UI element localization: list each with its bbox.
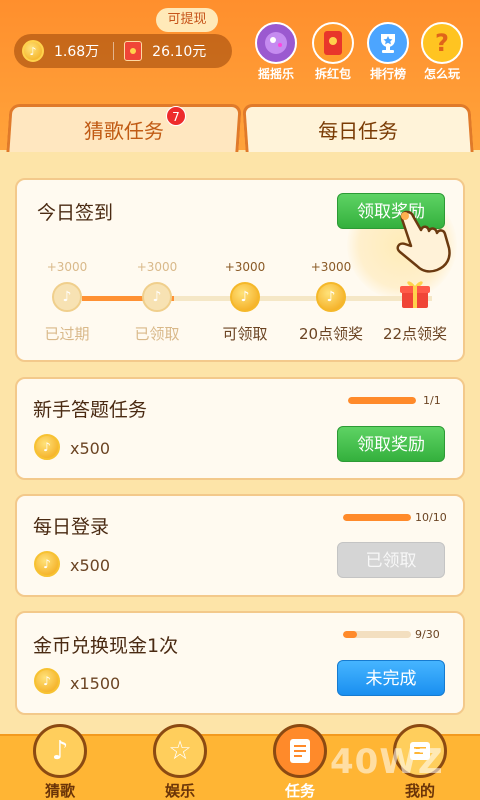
coin-icon: ♪	[142, 282, 172, 312]
coin-icon: ♪	[316, 282, 346, 312]
progress-text: 9/30	[415, 628, 440, 641]
incomplete-button[interactable]: 未完成	[337, 660, 445, 696]
step-bonus: +3000	[224, 260, 266, 274]
tab-daily-tasks[interactable]: 每日任务	[242, 104, 474, 154]
bottom-nav-label: 猜歌	[44, 782, 75, 800]
ball-icon	[255, 22, 297, 64]
tab-badge: 7	[166, 106, 186, 126]
tab-label: 猜歌任务	[83, 119, 164, 143]
step-label: 可领取	[222, 325, 268, 343]
gift-icon	[400, 281, 430, 308]
trophy-icon	[367, 22, 409, 64]
divider	[113, 42, 115, 60]
coin-icon[interactable]: ♪	[230, 282, 260, 312]
task-card: 金币兑换现金1次 9/30 ♪ x1500 未完成	[15, 611, 465, 715]
bottom-nav-label: 任务	[284, 782, 315, 800]
reward-amount: x500	[70, 556, 111, 575]
bottom-nav-tasks[interactable]: 任务	[260, 724, 340, 800]
star-icon: ☆	[153, 724, 207, 778]
question-icon: ?	[421, 22, 463, 64]
nav-label: 怎么玩	[423, 67, 460, 81]
progress-fill	[348, 397, 416, 404]
nav-yaoyaole[interactable]: 摇摇乐	[248, 22, 304, 82]
step-label: 22点领奖	[382, 325, 448, 343]
watermark: 40WZ	[330, 742, 444, 782]
tab-guess-song[interactable]: 猜歌任务	[6, 104, 242, 154]
nav-chaihongbao[interactable]: 拆红包	[305, 22, 361, 82]
progress-bar	[343, 631, 411, 638]
task-title: 每日登录	[33, 516, 110, 538]
claim-reward-button[interactable]: 领取奖励	[337, 426, 445, 462]
step-label: 已领取	[134, 325, 180, 343]
bottom-nav-label: 我的	[404, 782, 435, 800]
progress-text: 1/1	[423, 394, 441, 407]
nav-label: 摇摇乐	[257, 67, 294, 81]
nav-zenmewan[interactable]: ? 怎么玩	[414, 22, 470, 82]
nav-label: 排行榜	[369, 67, 406, 81]
task-title: 新手答题任务	[33, 399, 148, 421]
claimed-button[interactable]: 已领取	[337, 542, 445, 578]
cash-balance: 26.10元	[152, 44, 207, 60]
nav-label: 拆红包	[314, 67, 351, 81]
coin-icon: ♪	[52, 282, 82, 312]
task-list: 今日签到 领取奖励 +3000 ♪ 已过期 +3000 ♪ 已领取 +3000 …	[0, 152, 480, 734]
bottom-nav-guess-song[interactable]: ♪ 猜歌	[20, 724, 100, 800]
balance-pill[interactable]: ♪ 1.68万 26.10元	[14, 34, 232, 68]
coin-icon: ♪	[34, 668, 60, 694]
bottom-nav-entertainment[interactable]: ☆ 娱乐	[140, 724, 220, 800]
step-bonus: +3000	[46, 260, 88, 274]
step-label: 已过期	[44, 325, 90, 343]
task-card: 每日登录 10/10 ♪ x500 已领取	[15, 494, 465, 597]
bottom-nav-label: 娱乐	[164, 782, 195, 800]
progress-fill	[343, 631, 357, 638]
coin-icon: ♪	[34, 551, 60, 577]
checkin-card: 今日签到 领取奖励 +3000 ♪ 已过期 +3000 ♪ 已领取 +3000 …	[15, 178, 465, 362]
music-note-icon: ♪	[33, 724, 87, 778]
coin-icon: ♪	[22, 40, 44, 62]
checkin-title: 今日签到	[37, 202, 114, 224]
step-bonus: +3000	[136, 260, 178, 274]
task-card: 新手答题任务 1/1 ♪ x500 领取奖励	[15, 377, 465, 480]
reward-amount: x1500	[70, 674, 121, 693]
red-packet-icon	[312, 22, 354, 64]
coin-icon: ♪	[34, 434, 60, 460]
task-title: 金币兑换现金1次	[33, 635, 179, 657]
progress-bar	[348, 397, 416, 404]
progress-bar	[343, 514, 411, 521]
hand-pointer-icon	[396, 210, 451, 273]
step-bonus: +3000	[310, 260, 352, 274]
progress-text: 10/10	[415, 511, 447, 524]
step-label: 20点领奖	[298, 325, 364, 343]
progress-fill	[343, 514, 411, 521]
tab-label: 每日任务	[318, 119, 399, 143]
nav-paihangbang[interactable]: 排行榜	[360, 22, 416, 82]
reward-amount: x500	[70, 439, 111, 458]
coins-balance: 1.68万	[54, 44, 100, 60]
task-list-icon	[273, 724, 327, 778]
withdraw-tag[interactable]: 可提现	[156, 8, 218, 32]
red-packet-icon	[124, 41, 143, 61]
